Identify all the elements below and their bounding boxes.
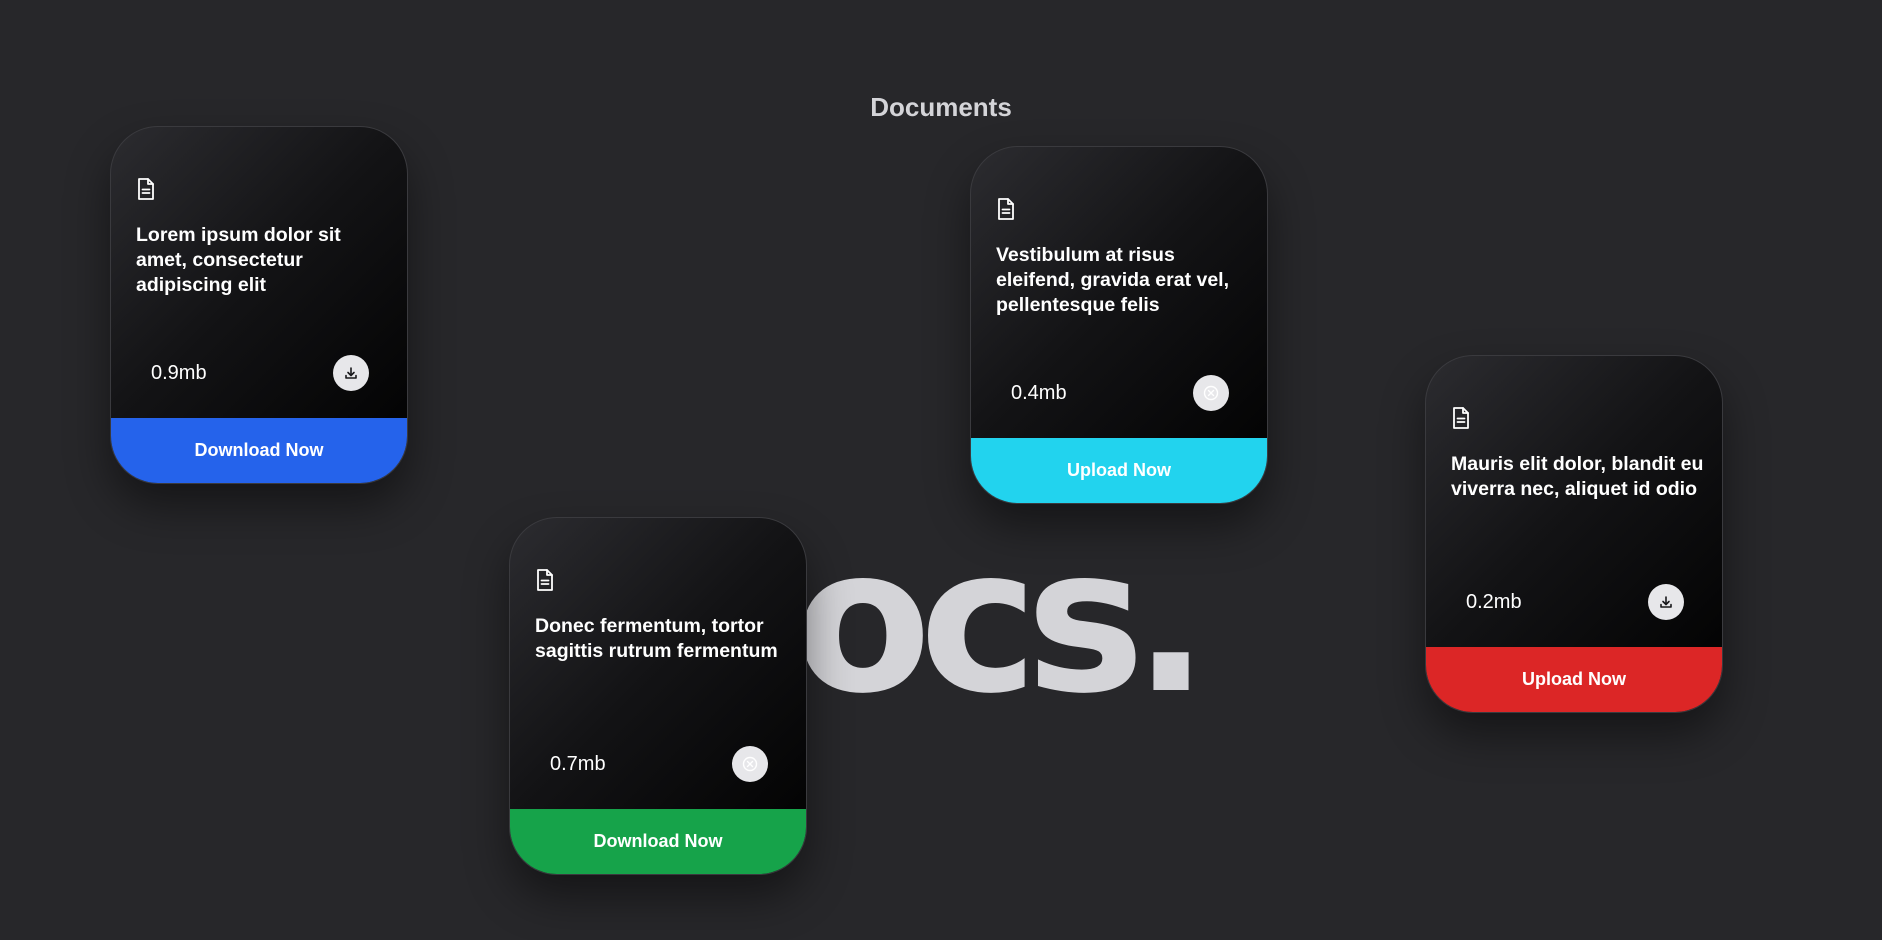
upload-now-button[interactable]: Upload Now bbox=[1426, 647, 1722, 712]
document-card: Lorem ipsum dolor sit amet, consectetur … bbox=[110, 126, 408, 484]
upload-now-button[interactable]: Upload Now bbox=[971, 438, 1267, 503]
cancel-icon-button[interactable] bbox=[1193, 375, 1229, 411]
download-icon-button[interactable] bbox=[1648, 584, 1684, 620]
close-circle-icon bbox=[742, 756, 758, 772]
file-size: 0.9mb bbox=[151, 362, 207, 384]
document-card: Vestibulum at risus eleifend, gravida er… bbox=[970, 146, 1268, 504]
page-title: Documents bbox=[870, 92, 1012, 122]
document-card: Mauris elit dolor, blandit eu viverra ne… bbox=[1425, 355, 1723, 713]
cancel-icon-button[interactable] bbox=[732, 746, 768, 782]
file-size: 0.7mb bbox=[550, 753, 606, 775]
file-size: 0.4mb bbox=[1011, 382, 1067, 404]
document-icon bbox=[535, 568, 555, 592]
document-card: Donec fermentum, tortor sagittis rutrum … bbox=[509, 517, 807, 875]
download-now-button[interactable]: Download Now bbox=[111, 418, 407, 483]
close-circle-icon bbox=[1203, 385, 1219, 401]
document-icon bbox=[136, 177, 156, 201]
document-icon bbox=[1451, 406, 1471, 430]
document-icon bbox=[996, 197, 1016, 221]
download-icon bbox=[1660, 596, 1672, 608]
download-icon bbox=[345, 367, 357, 379]
document-title: Donec fermentum, tortor sagittis rutrum … bbox=[535, 615, 778, 662]
document-title: Lorem ipsum dolor sit amet, consectetur … bbox=[136, 224, 341, 296]
file-size: 0.2mb bbox=[1466, 591, 1522, 613]
document-title: Vestibulum at risus eleifend, gravida er… bbox=[996, 244, 1230, 316]
document-title: Mauris elit dolor, blandit eu viverra ne… bbox=[1451, 453, 1704, 500]
download-now-button[interactable]: Download Now bbox=[510, 809, 806, 874]
download-icon-button[interactable] bbox=[333, 355, 369, 391]
